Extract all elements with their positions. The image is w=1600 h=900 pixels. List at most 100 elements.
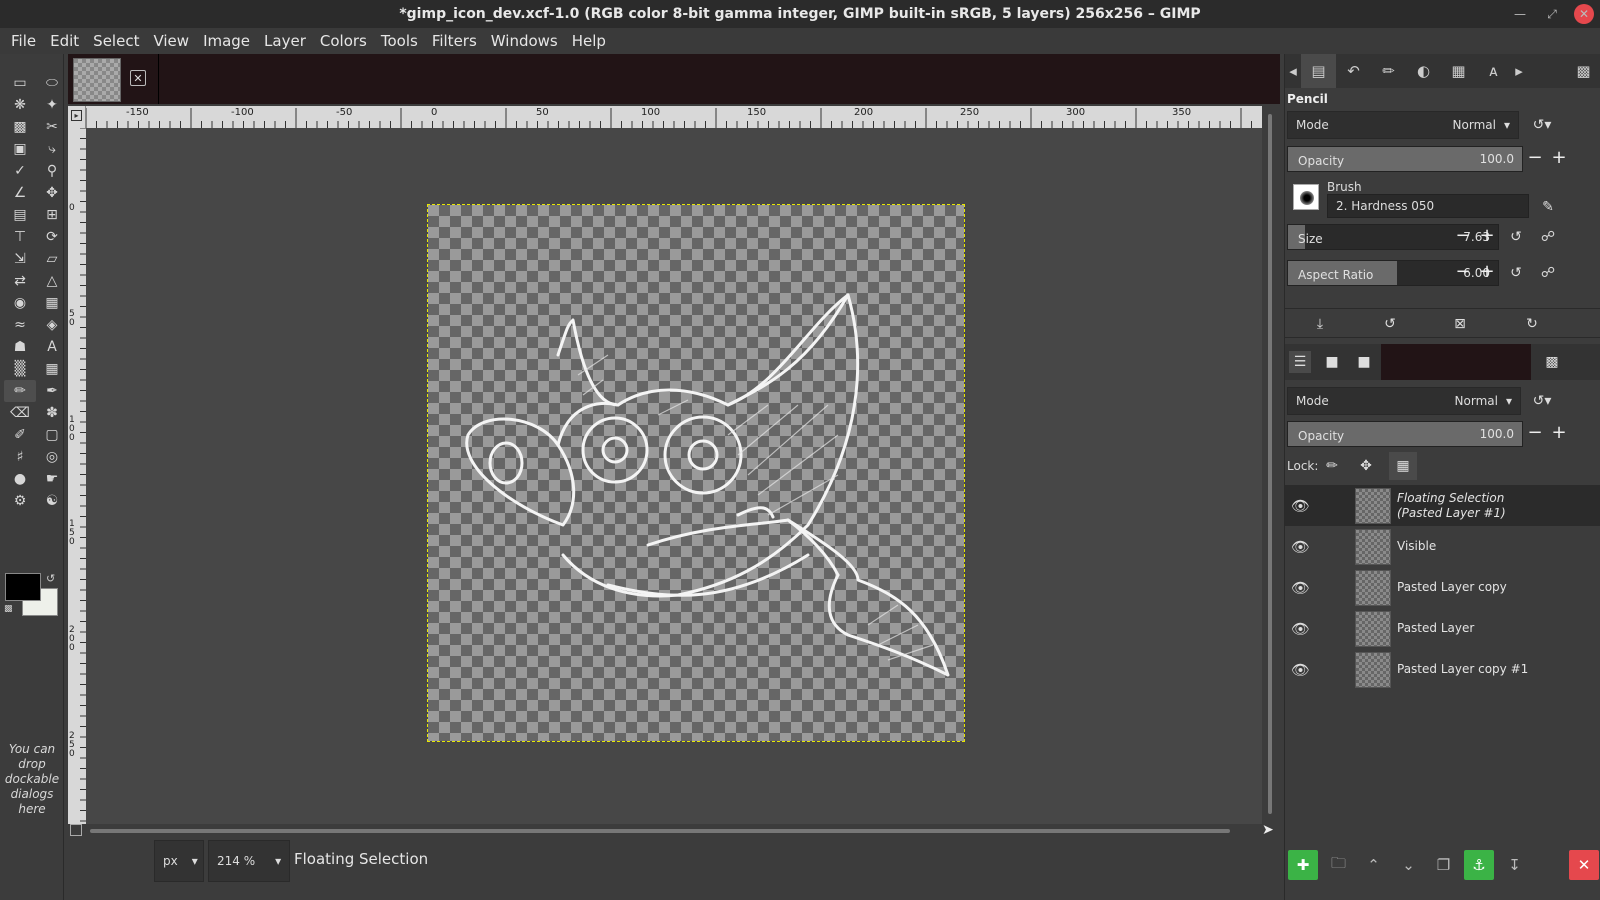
paintbrush-icon[interactable]: ✒: [36, 380, 68, 402]
scroll-thumb[interactable]: [90, 829, 1230, 833]
airbrush-icon[interactable]: ✽: [36, 402, 68, 424]
layer-row[interactable]: 👁 Pasted Layer copy: [1285, 567, 1600, 608]
edit-brush-icon[interactable]: ✎: [1537, 196, 1559, 218]
eraser-icon[interactable]: ⌫: [4, 402, 36, 424]
bucket-fill-icon[interactable]: ☗: [4, 336, 36, 358]
layer-mode-selector[interactable]: Mode Normal ▾: [1287, 387, 1521, 415]
3d-transform-icon[interactable]: ◉: [4, 292, 36, 314]
vertical-scrollbar[interactable]: [1262, 106, 1278, 824]
ruler-corner-menu[interactable]: ▸: [68, 106, 86, 128]
smudge-icon[interactable]: ☛: [36, 468, 68, 490]
foreground-select-icon[interactable]: ▣: [4, 138, 36, 160]
paint-dynamics-tab-icon[interactable]: ◐: [1406, 54, 1441, 88]
rect-select-icon[interactable]: ▭: [4, 72, 36, 94]
lock-position-icon[interactable]: ✥: [1355, 455, 1377, 477]
menu-tools[interactable]: Tools: [374, 32, 425, 50]
menu-filters[interactable]: Filters: [425, 32, 484, 50]
new-layer-group-icon[interactable]: 🗀: [1321, 850, 1356, 880]
delete-options-icon[interactable]: ⊠: [1449, 313, 1471, 335]
save-options-icon[interactable]: ⤓: [1309, 313, 1331, 335]
decrease-size-icon[interactable]: −: [1453, 225, 1473, 246]
flip-icon[interactable]: ⇄: [4, 270, 36, 292]
link-size-icon[interactable]: ☍: [1537, 226, 1559, 248]
cage-transform-icon[interactable]: ◈: [36, 314, 68, 336]
text-icon[interactable]: A: [36, 336, 68, 358]
minimize-icon[interactable]: —: [1510, 4, 1530, 24]
layer-opacity-slider[interactable]: Opacity 100.0: [1287, 421, 1523, 447]
handle-transform-icon[interactable]: ▦: [36, 292, 68, 314]
raise-layer-icon[interactable]: ⌃: [1356, 850, 1391, 880]
maximize-icon[interactable]: ⤢: [1542, 4, 1562, 24]
close-window-icon[interactable]: ✕: [1574, 4, 1594, 24]
configure-tab-icon[interactable]: ▩: [1541, 351, 1563, 373]
scissors-icon[interactable]: ✂: [36, 116, 68, 138]
unit-selector[interactable]: px ▾: [154, 840, 204, 882]
increase-aspect-icon[interactable]: +: [1477, 261, 1497, 282]
eye-icon[interactable]: 👁: [1291, 661, 1310, 679]
decrease-layer-opacity-icon[interactable]: −: [1525, 422, 1545, 443]
select-by-color-icon[interactable]: ▩: [4, 116, 36, 138]
perspective-clone-icon[interactable]: ◎: [36, 446, 68, 468]
measure-icon[interactable]: ∠: [4, 182, 36, 204]
decrease-opacity-icon[interactable]: −: [1525, 147, 1545, 168]
decrease-aspect-icon[interactable]: −: [1453, 261, 1473, 282]
paths-tab-icon[interactable]: ■: [1353, 351, 1375, 373]
color-picker-icon[interactable]: ✓: [4, 160, 36, 182]
image-canvas[interactable]: [86, 128, 1262, 824]
mypaint-brush-icon[interactable]: ▢: [36, 424, 68, 446]
fonts-tab-icon[interactable]: ᴀ: [1476, 54, 1511, 88]
swap-colors-icon[interactable]: ↺: [46, 572, 55, 585]
chevron-left-icon[interactable]: ◂: [1285, 54, 1301, 88]
clone-icon[interactable]: ♯: [4, 446, 36, 468]
move-icon[interactable]: ✥: [36, 182, 68, 204]
shear-icon[interactable]: ▱: [36, 248, 68, 270]
menu-colors[interactable]: Colors: [313, 32, 374, 50]
reset-options-icon[interactable]: ↻: [1521, 313, 1543, 335]
menu-help[interactable]: Help: [565, 32, 613, 50]
blur-icon[interactable]: ●: [4, 468, 36, 490]
image-layer-area[interactable]: [427, 204, 965, 742]
eye-icon[interactable]: 👁: [1291, 497, 1310, 515]
eye-icon[interactable]: 👁: [1291, 579, 1310, 597]
scale-icon[interactable]: ⇲: [4, 248, 36, 270]
menu-file[interactable]: File: [4, 32, 43, 50]
brush-name-field[interactable]: 2. Hardness 050: [1327, 194, 1529, 218]
default-colors-icon[interactable]: ▩: [4, 604, 13, 614]
zoom-icon[interactable]: ⚲: [36, 160, 68, 182]
image-tab-thumbnail[interactable]: [73, 58, 121, 102]
increase-layer-opacity-icon[interactable]: +: [1549, 422, 1569, 443]
menu-layer[interactable]: Layer: [257, 32, 313, 50]
layer-row[interactable]: 👁 Visible: [1285, 526, 1600, 567]
merge-layer-icon[interactable]: ↧: [1497, 850, 1532, 880]
menu-view[interactable]: View: [146, 32, 196, 50]
mode-selector[interactable]: Mode Normal ▾: [1287, 111, 1519, 139]
delete-layer-icon[interactable]: ✕: [1569, 850, 1599, 880]
reset-layer-mode-icon[interactable]: ↺▾: [1525, 390, 1559, 412]
paths-icon[interactable]: ⤷: [36, 138, 68, 160]
close-image-icon[interactable]: ✕: [130, 70, 146, 86]
heal-icon[interactable]: ▦: [36, 358, 68, 380]
layer-row[interactable]: 👁 Pasted Layer copy #1: [1285, 649, 1600, 690]
undo-history-tab-icon[interactable]: ↶: [1336, 54, 1371, 88]
unified-transform-icon[interactable]: ⊤: [4, 226, 36, 248]
chevron-right-icon[interactable]: ▸: [1511, 54, 1527, 88]
reset-aspect-icon[interactable]: ↺: [1505, 262, 1527, 284]
free-select-icon[interactable]: ❋: [4, 94, 36, 116]
eye-icon[interactable]: 👁: [1291, 620, 1310, 638]
reset-mode-icon[interactable]: ↺▾: [1525, 114, 1559, 136]
anchor-layer-icon[interactable]: ⚓: [1464, 850, 1494, 880]
opacity-slider[interactable]: Opacity 100.0: [1287, 146, 1523, 172]
pencil-icon[interactable]: ✏: [4, 380, 36, 402]
menu-windows[interactable]: Windows: [484, 32, 565, 50]
reset-size-icon[interactable]: ↺: [1505, 226, 1527, 248]
increase-opacity-icon[interactable]: +: [1549, 147, 1569, 168]
rotate-icon[interactable]: ⟳: [36, 226, 68, 248]
restore-options-icon[interactable]: ↺: [1379, 313, 1401, 335]
zoom-selector[interactable]: 214 % ▾: [208, 840, 290, 882]
new-layer-icon[interactable]: ✚: [1288, 850, 1318, 880]
increase-size-icon[interactable]: +: [1477, 225, 1497, 246]
warp-transform-icon[interactable]: ≈: [4, 314, 36, 336]
eye-icon[interactable]: 👁: [1291, 538, 1310, 556]
layer-row[interactable]: 👁 Pasted Layer: [1285, 608, 1600, 649]
vertical-ruler[interactable]: 0 50 100 150 200 250: [68, 128, 86, 824]
